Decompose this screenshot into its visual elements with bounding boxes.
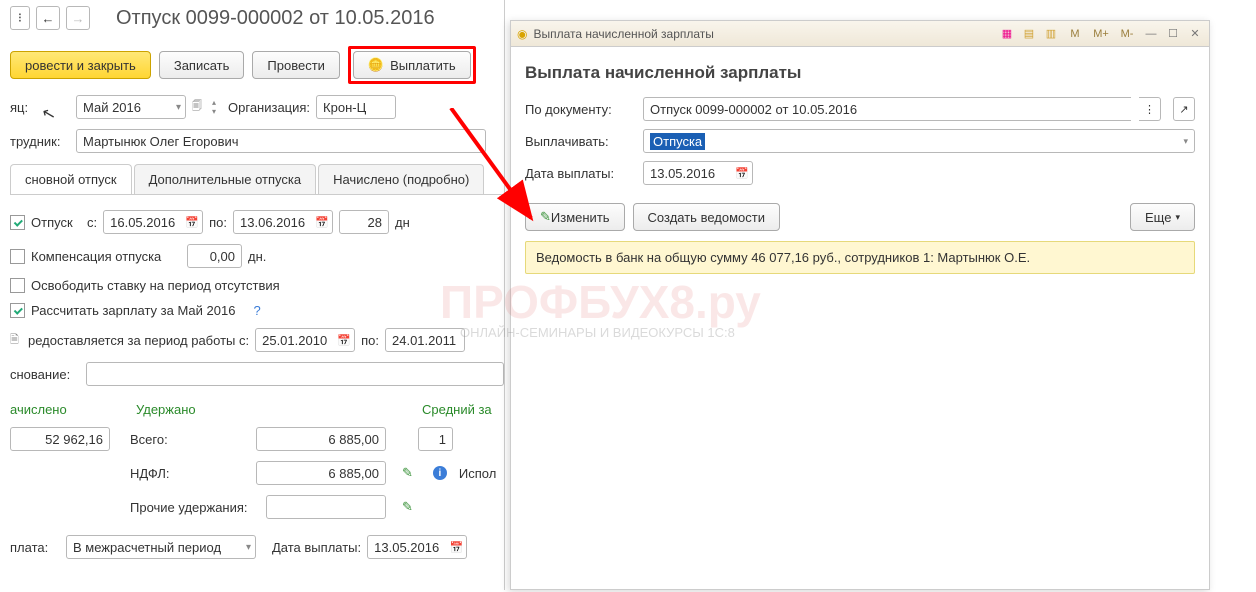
doc-icon: 🗎 — [10, 331, 22, 350]
period-label: редоставляется за период работы с: — [28, 333, 249, 348]
total-value[interactable]: 6 885,00 — [256, 427, 386, 451]
vacation-checkbox[interactable] — [10, 215, 25, 230]
free-rate-label: Освободить ставку на период отсутствия — [31, 278, 280, 293]
ndfl-label: НДФЛ: — [130, 466, 190, 481]
vacation-document-form: ⁝ ← → Отпуск 0099-000002 от 10.05.2016 р… — [0, 0, 505, 590]
tb-icon-1[interactable]: ▦ — [999, 26, 1015, 42]
mem-mminus-button[interactable]: M- — [1117, 28, 1137, 40]
payment-date-label: Дата выплаты: — [272, 540, 361, 555]
withheld-heading: Удержано — [136, 402, 416, 417]
days-suffix: дн — [395, 215, 410, 230]
pay-button[interactable]: 🪙 Выплатить — [353, 51, 471, 79]
doc-label: По документу: — [525, 102, 635, 117]
calendar-icon: 📅 — [735, 167, 749, 180]
org-label: Организация: — [228, 100, 310, 115]
period-from-input[interactable]: 25.01.2010📅 — [255, 328, 355, 352]
accrued-heading: ачислено — [10, 402, 130, 417]
month-hint-icon: 🗐 — [192, 99, 206, 116]
maximize-icon[interactable]: ☐ — [1165, 26, 1181, 42]
post-button[interactable]: Провести — [252, 51, 340, 79]
pay-type-label: Выплачивать: — [525, 134, 635, 149]
titlebar: ◉ Выплата начисленной зарплаты ▦ ▤ ▥ M M… — [511, 21, 1209, 47]
average-heading: Средний за — [422, 402, 492, 417]
tab-additional-vacation[interactable]: Дополнительные отпуска — [134, 164, 317, 194]
pay-button-highlight: 🪙 Выплатить — [348, 46, 476, 84]
mem-mplus-button[interactable]: M+ — [1091, 28, 1111, 40]
period-to-input[interactable]: 24.01.2011 — [385, 328, 465, 352]
month-select[interactable]: Май 2016 — [76, 95, 186, 119]
accrued-value[interactable]: 52 962,16 — [10, 427, 110, 451]
more-button[interactable]: Еще▾ — [1130, 203, 1195, 231]
payment-period-select[interactable]: В межрасчетный период — [66, 535, 256, 559]
compensation-suffix: дн. — [248, 249, 266, 264]
payment-date-input[interactable]: 13.05.2016📅 — [367, 535, 467, 559]
nav-back-button[interactable]: ← — [36, 6, 60, 30]
month-label: яц: — [10, 100, 70, 115]
org-input[interactable]: Крон-Ц — [316, 95, 396, 119]
payment-label: плата: — [10, 540, 60, 555]
date-from-input[interactable]: 16.05.2016📅 — [103, 210, 203, 234]
doc-input[interactable]: Отпуск 0099-000002 от 10.05.2016 — [643, 97, 1131, 121]
tb-icon-calc[interactable]: ▤ — [1021, 26, 1037, 42]
document-title: Отпуск 0099-000002 от 10.05.2016 — [116, 7, 435, 30]
compensation-label: Компенсация отпуска — [31, 249, 181, 264]
tb-icon-cal[interactable]: ▥ — [1043, 26, 1059, 42]
tab-main-vacation[interactable]: сновной отпуск — [10, 164, 132, 194]
pay-type-value: Отпуска — [650, 133, 705, 150]
tab-calculated-detail[interactable]: Начислено (подробно) — [318, 164, 484, 194]
compensation-checkbox[interactable] — [10, 249, 25, 264]
calc-salary-label: Рассчитать зарплату за Май 2016 — [31, 303, 235, 318]
nav-forward-button[interactable]: → — [66, 6, 90, 30]
pencil-icon: ✎ — [540, 209, 551, 225]
app-icon: ◉ — [517, 27, 527, 41]
one-value[interactable]: 1 — [418, 427, 453, 451]
calendar-icon: 📅 — [315, 216, 329, 229]
employee-input[interactable]: Мартынюк Олег Егорович — [76, 129, 486, 153]
edit-pencil-icon[interactable]: ✎ — [402, 499, 413, 515]
compensation-input[interactable]: 0,00 — [187, 244, 242, 268]
payment-date-input[interactable]: 13.05.2016📅 — [643, 161, 753, 185]
other-deductions-value[interactable] — [266, 495, 386, 519]
calendar-icon: 📅 — [337, 334, 351, 347]
days-input[interactable]: 28 — [339, 210, 389, 234]
open-link-icon[interactable]: ↗ — [1173, 97, 1195, 121]
date-to-input[interactable]: 13.06.2016📅 — [233, 210, 333, 234]
nav-star-button[interactable]: ⁝ — [10, 6, 30, 30]
calc-salary-checkbox[interactable] — [10, 303, 25, 318]
ndfl-value[interactable]: 6 885,00 — [256, 461, 386, 485]
info-icon[interactable]: i — [433, 466, 447, 480]
edit-button[interactable]: ✎ Изменить — [525, 203, 625, 231]
vacation-label: Отпуск — [31, 215, 81, 230]
create-statements-button[interactable]: Создать ведомости — [633, 203, 780, 231]
used-label: Испол — [459, 466, 496, 481]
post-and-close-button[interactable]: ровести и закрыть — [10, 51, 151, 79]
write-button[interactable]: Записать — [159, 51, 245, 79]
period-to-label: по: — [361, 333, 379, 348]
basis-input[interactable] — [86, 362, 504, 386]
to-label: по: — [209, 215, 227, 230]
coins-icon: 🪙 — [368, 57, 384, 73]
pay-type-select[interactable]: Отпуска ▾ — [643, 129, 1195, 153]
total-label: Всего: — [130, 432, 190, 447]
payment-window: ◉ Выплата начисленной зарплаты ▦ ▤ ▥ M M… — [510, 20, 1210, 590]
calendar-icon: 📅 — [449, 541, 463, 554]
doc-dots-icon[interactable]: ⋮ — [1139, 97, 1161, 121]
basis-label: снование: — [10, 367, 80, 382]
statement-info-banner: Ведомость в банк на общую сумму 46 077,1… — [525, 241, 1195, 274]
employee-label: трудник: — [10, 134, 70, 149]
window-title-small: Выплата начисленной зарплаты — [533, 27, 993, 41]
free-rate-checkbox[interactable] — [10, 278, 25, 293]
payment-date-label: Дата выплаты: — [525, 166, 635, 181]
help-link[interactable]: ? — [253, 303, 260, 318]
mem-m-button[interactable]: M — [1065, 28, 1085, 40]
minimize-icon[interactable]: — — [1143, 26, 1159, 42]
close-icon[interactable]: ✕ — [1187, 26, 1203, 42]
tabs: сновной отпуск Дополнительные отпуска На… — [10, 164, 504, 195]
window-title: Выплата начисленной зарплаты — [525, 63, 1195, 83]
from-label: с: — [87, 215, 97, 230]
calendar-icon: 📅 — [185, 216, 199, 229]
edit-pencil-icon[interactable]: ✎ — [402, 465, 413, 481]
other-deductions-label: Прочие удержания: — [130, 500, 260, 515]
